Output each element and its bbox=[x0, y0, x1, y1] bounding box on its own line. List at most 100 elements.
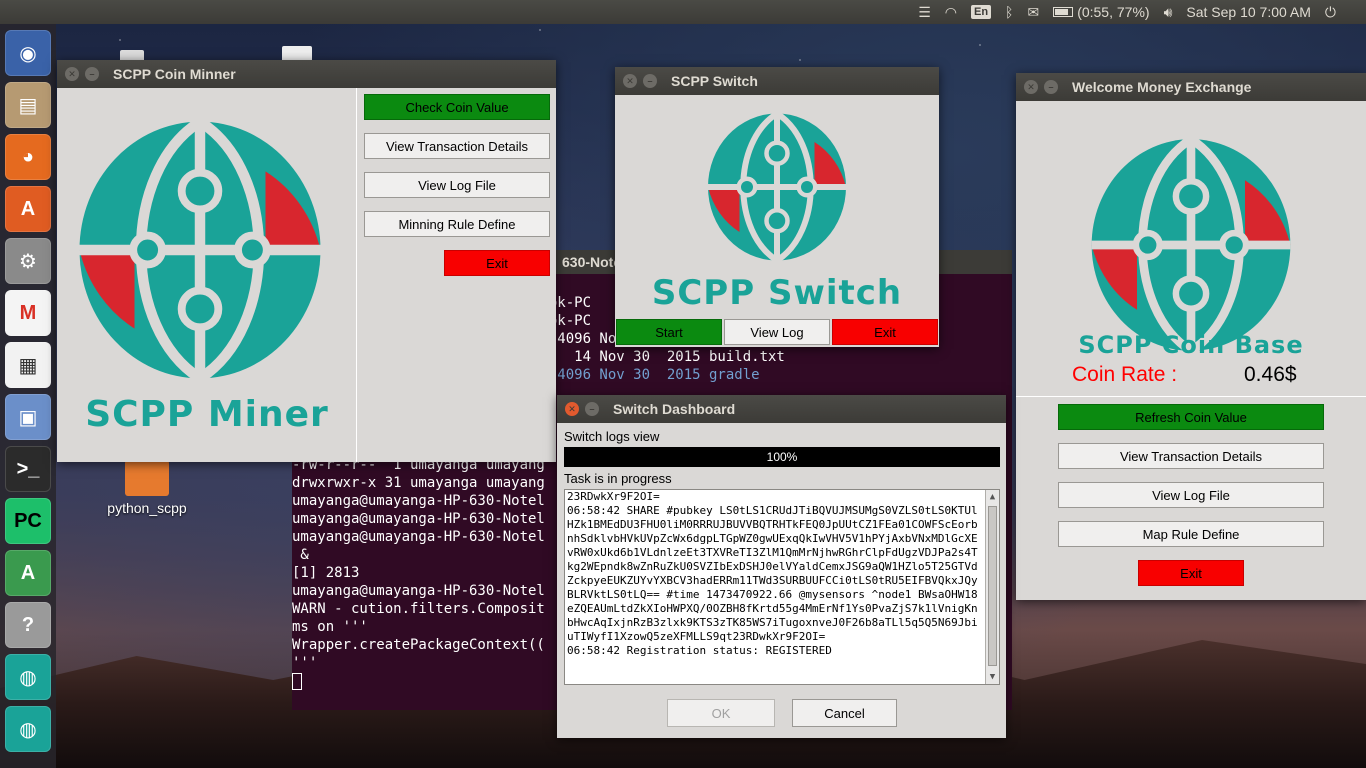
view-log-file-button[interactable]: View Log File bbox=[364, 172, 550, 198]
check-coin-value-button[interactable]: Check Coin Value bbox=[364, 94, 550, 120]
scroll-thumb[interactable] bbox=[988, 506, 997, 666]
terminal-line: drwxrwxr-x 31 umayanga umayang bbox=[292, 475, 545, 491]
progress-bar: 100% bbox=[564, 447, 1000, 467]
pycharm-icon[interactable]: PC bbox=[5, 498, 51, 544]
terminal-line: umayanga@umayanga-HP-630-Notel bbox=[292, 583, 545, 599]
terminal-line: & bbox=[292, 547, 309, 563]
view-transaction-details-button[interactable]: View Transaction Details bbox=[1058, 443, 1324, 469]
log-text: 23RDwkXr9F2OI= 06:58:42 SHARE #pubkey LS… bbox=[567, 490, 978, 657]
logo-text: SCPP Miner bbox=[85, 394, 329, 435]
progress-text: 100% bbox=[766, 450, 798, 464]
task-status-label: Task is in progress bbox=[564, 471, 672, 486]
logo-text: SCPP Switch bbox=[651, 273, 903, 313]
map-rule-define-button[interactable]: Map Rule Define bbox=[1058, 521, 1324, 547]
software-center-icon[interactable]: A bbox=[5, 186, 51, 232]
top-panel: ☰ ◠ En ᛒ ✉ (0:55, 77%) 🔊︎ Sat Sep 10 7:0… bbox=[0, 0, 1366, 24]
terminal-line: umayanga@umayanga-HP-630-Notel bbox=[292, 511, 545, 527]
launcher: ◉ ▤ ◕ A ⚙ M ▦ ▣ >_ PC A ? ◍ ◍ bbox=[0, 24, 56, 768]
terminal-cursor bbox=[292, 672, 302, 690]
exit-button[interactable]: Exit bbox=[832, 319, 938, 345]
minimize-icon[interactable]: – bbox=[1044, 80, 1058, 94]
exit-button[interactable]: Exit bbox=[444, 250, 550, 276]
mail-icon[interactable]: ✉ bbox=[1027, 4, 1039, 21]
volume-icon[interactable]: 🔊︎ bbox=[1164, 4, 1173, 21]
scpp-globe-logo bbox=[1083, 135, 1299, 355]
switch-dashboard-window[interactable]: ✕ – Switch Dashboard Switch logs view 10… bbox=[557, 395, 1006, 738]
coin-rate-value: 0.46$ bbox=[1244, 363, 1297, 386]
terminal-line: ''' bbox=[292, 655, 318, 671]
window-title: Welcome Money Exchange bbox=[1072, 79, 1252, 95]
terminal-line: ga 4096 Nov 30 2015 gradle bbox=[532, 367, 760, 383]
scroll-down-icon[interactable]: ▼ bbox=[986, 670, 999, 684]
keyboard-layout-indicator[interactable]: En bbox=[970, 5, 992, 19]
terminal-line: umayanga@umayanga-HP-630-Notel bbox=[292, 529, 545, 545]
battery-text: (0:55, 77%) bbox=[1077, 4, 1150, 20]
cancel-button[interactable]: Cancel bbox=[792, 699, 897, 727]
view-log-button[interactable]: View Log bbox=[724, 319, 830, 345]
clock[interactable]: Sat Sep 10 7:00 AM bbox=[1186, 4, 1311, 20]
terminal-line: ga 14 Nov 30 2015 build.txt bbox=[532, 349, 785, 365]
view-transaction-details-button[interactable]: View Transaction Details bbox=[364, 133, 550, 159]
wifi-icon[interactable]: ◠ bbox=[945, 4, 957, 21]
battery-icon bbox=[1053, 7, 1074, 17]
folder-icon bbox=[125, 460, 169, 496]
switch-logs-label: Switch logs view bbox=[564, 429, 660, 444]
ubuntu-dash-icon[interactable]: ◉ bbox=[5, 30, 51, 76]
miner-logo-panel: SCPP Miner bbox=[57, 88, 357, 462]
log-scrollbar[interactable]: ▲ ▼ bbox=[985, 490, 999, 684]
image-viewer-icon[interactable]: ▣ bbox=[5, 394, 51, 440]
gmail-icon[interactable]: M bbox=[5, 290, 51, 336]
terminal-line: [1] 2813 bbox=[292, 565, 360, 581]
power-icon[interactable]: ⏻ bbox=[1325, 4, 1336, 21]
android-studio-icon[interactable]: A bbox=[5, 550, 51, 596]
scroll-up-icon[interactable]: ▲ bbox=[986, 490, 999, 504]
refresh-coin-value-button[interactable]: Refresh Coin Value bbox=[1058, 404, 1324, 430]
help-icon[interactable]: ? bbox=[5, 602, 51, 648]
exit-button[interactable]: Exit bbox=[1138, 560, 1244, 586]
minimize-icon[interactable]: – bbox=[85, 67, 99, 81]
terminal-line: WARN - cution.filters.Composit bbox=[292, 601, 545, 617]
exchange-window[interactable]: ✕ – Welcome Money Exchange SCPP Coin Bas… bbox=[1016, 73, 1366, 600]
miner-window[interactable]: ✕ – SCPP Coin Minner SCPP Miner Check Co… bbox=[57, 60, 556, 462]
exchange-logo-panel: SCPP Coin Base Coin Rate : 0.46$ bbox=[1016, 101, 1366, 397]
logo-text: SCPP Coin Base bbox=[1078, 331, 1304, 359]
folder-label: python_scpp bbox=[107, 500, 187, 516]
minimize-icon[interactable]: – bbox=[585, 402, 599, 416]
coin-rate-label: Coin Rate : bbox=[1072, 363, 1178, 386]
close-icon[interactable]: ✕ bbox=[1024, 80, 1038, 94]
window-title: Switch Dashboard bbox=[613, 401, 736, 417]
terminal-cursor-line bbox=[292, 672, 545, 690]
terminal-line: umayanga@umayanga-HP-630-Notel bbox=[292, 493, 545, 509]
menu-icon[interactable]: ☰ bbox=[918, 4, 931, 21]
system-settings-icon[interactable]: ⚙ bbox=[5, 238, 51, 284]
scpp-app-icon[interactable]: ◍ bbox=[5, 654, 51, 700]
apps-grid-icon[interactable]: ▦ bbox=[5, 342, 51, 388]
log-textarea[interactable]: 23RDwkXr9F2OI= 06:58:42 SHARE #pubkey LS… bbox=[564, 489, 1000, 685]
bluetooth-icon[interactable]: ᛒ bbox=[1005, 4, 1013, 20]
close-icon[interactable]: ✕ bbox=[565, 402, 579, 416]
firefox-icon[interactable]: ◕ bbox=[5, 134, 51, 180]
window-title: SCPP Switch bbox=[671, 73, 758, 89]
files-icon[interactable]: ▤ bbox=[5, 82, 51, 128]
terminal-line: Wrapper.createPackageContext(( bbox=[292, 637, 545, 653]
close-icon[interactable]: ✕ bbox=[623, 74, 637, 88]
close-icon[interactable]: ✕ bbox=[65, 67, 79, 81]
switch-titlebar[interactable]: ✕ – SCPP Switch bbox=[615, 67, 939, 95]
window-title: SCPP Coin Minner bbox=[113, 66, 236, 82]
dashboard-titlebar[interactable]: ✕ – Switch Dashboard bbox=[557, 395, 1006, 423]
scpp-globe-logo bbox=[69, 110, 331, 390]
desktop-folder-python-scpp[interactable]: python_scpp bbox=[102, 460, 192, 516]
minning-rule-define-button[interactable]: Minning Rule Define bbox=[364, 211, 550, 237]
terminal-line: ms on ''' bbox=[292, 619, 368, 635]
scpp-app-2-icon[interactable]: ◍ bbox=[5, 706, 51, 752]
exchange-titlebar[interactable]: ✕ – Welcome Money Exchange bbox=[1016, 73, 1366, 101]
minimize-icon[interactable]: – bbox=[643, 74, 657, 88]
miner-titlebar[interactable]: ✕ – SCPP Coin Minner bbox=[57, 60, 556, 88]
start-button[interactable]: Start bbox=[616, 319, 722, 345]
battery-indicator[interactable]: (0:55, 77%) bbox=[1053, 4, 1150, 20]
ok-button[interactable]: OK bbox=[667, 699, 775, 727]
view-log-file-button[interactable]: View Log File bbox=[1058, 482, 1324, 508]
terminal-icon[interactable]: >_ bbox=[5, 446, 51, 492]
scpp-globe-logo bbox=[702, 107, 852, 267]
switch-window[interactable]: ✕ – SCPP Switch SCPP Switch Start View L… bbox=[615, 67, 939, 347]
